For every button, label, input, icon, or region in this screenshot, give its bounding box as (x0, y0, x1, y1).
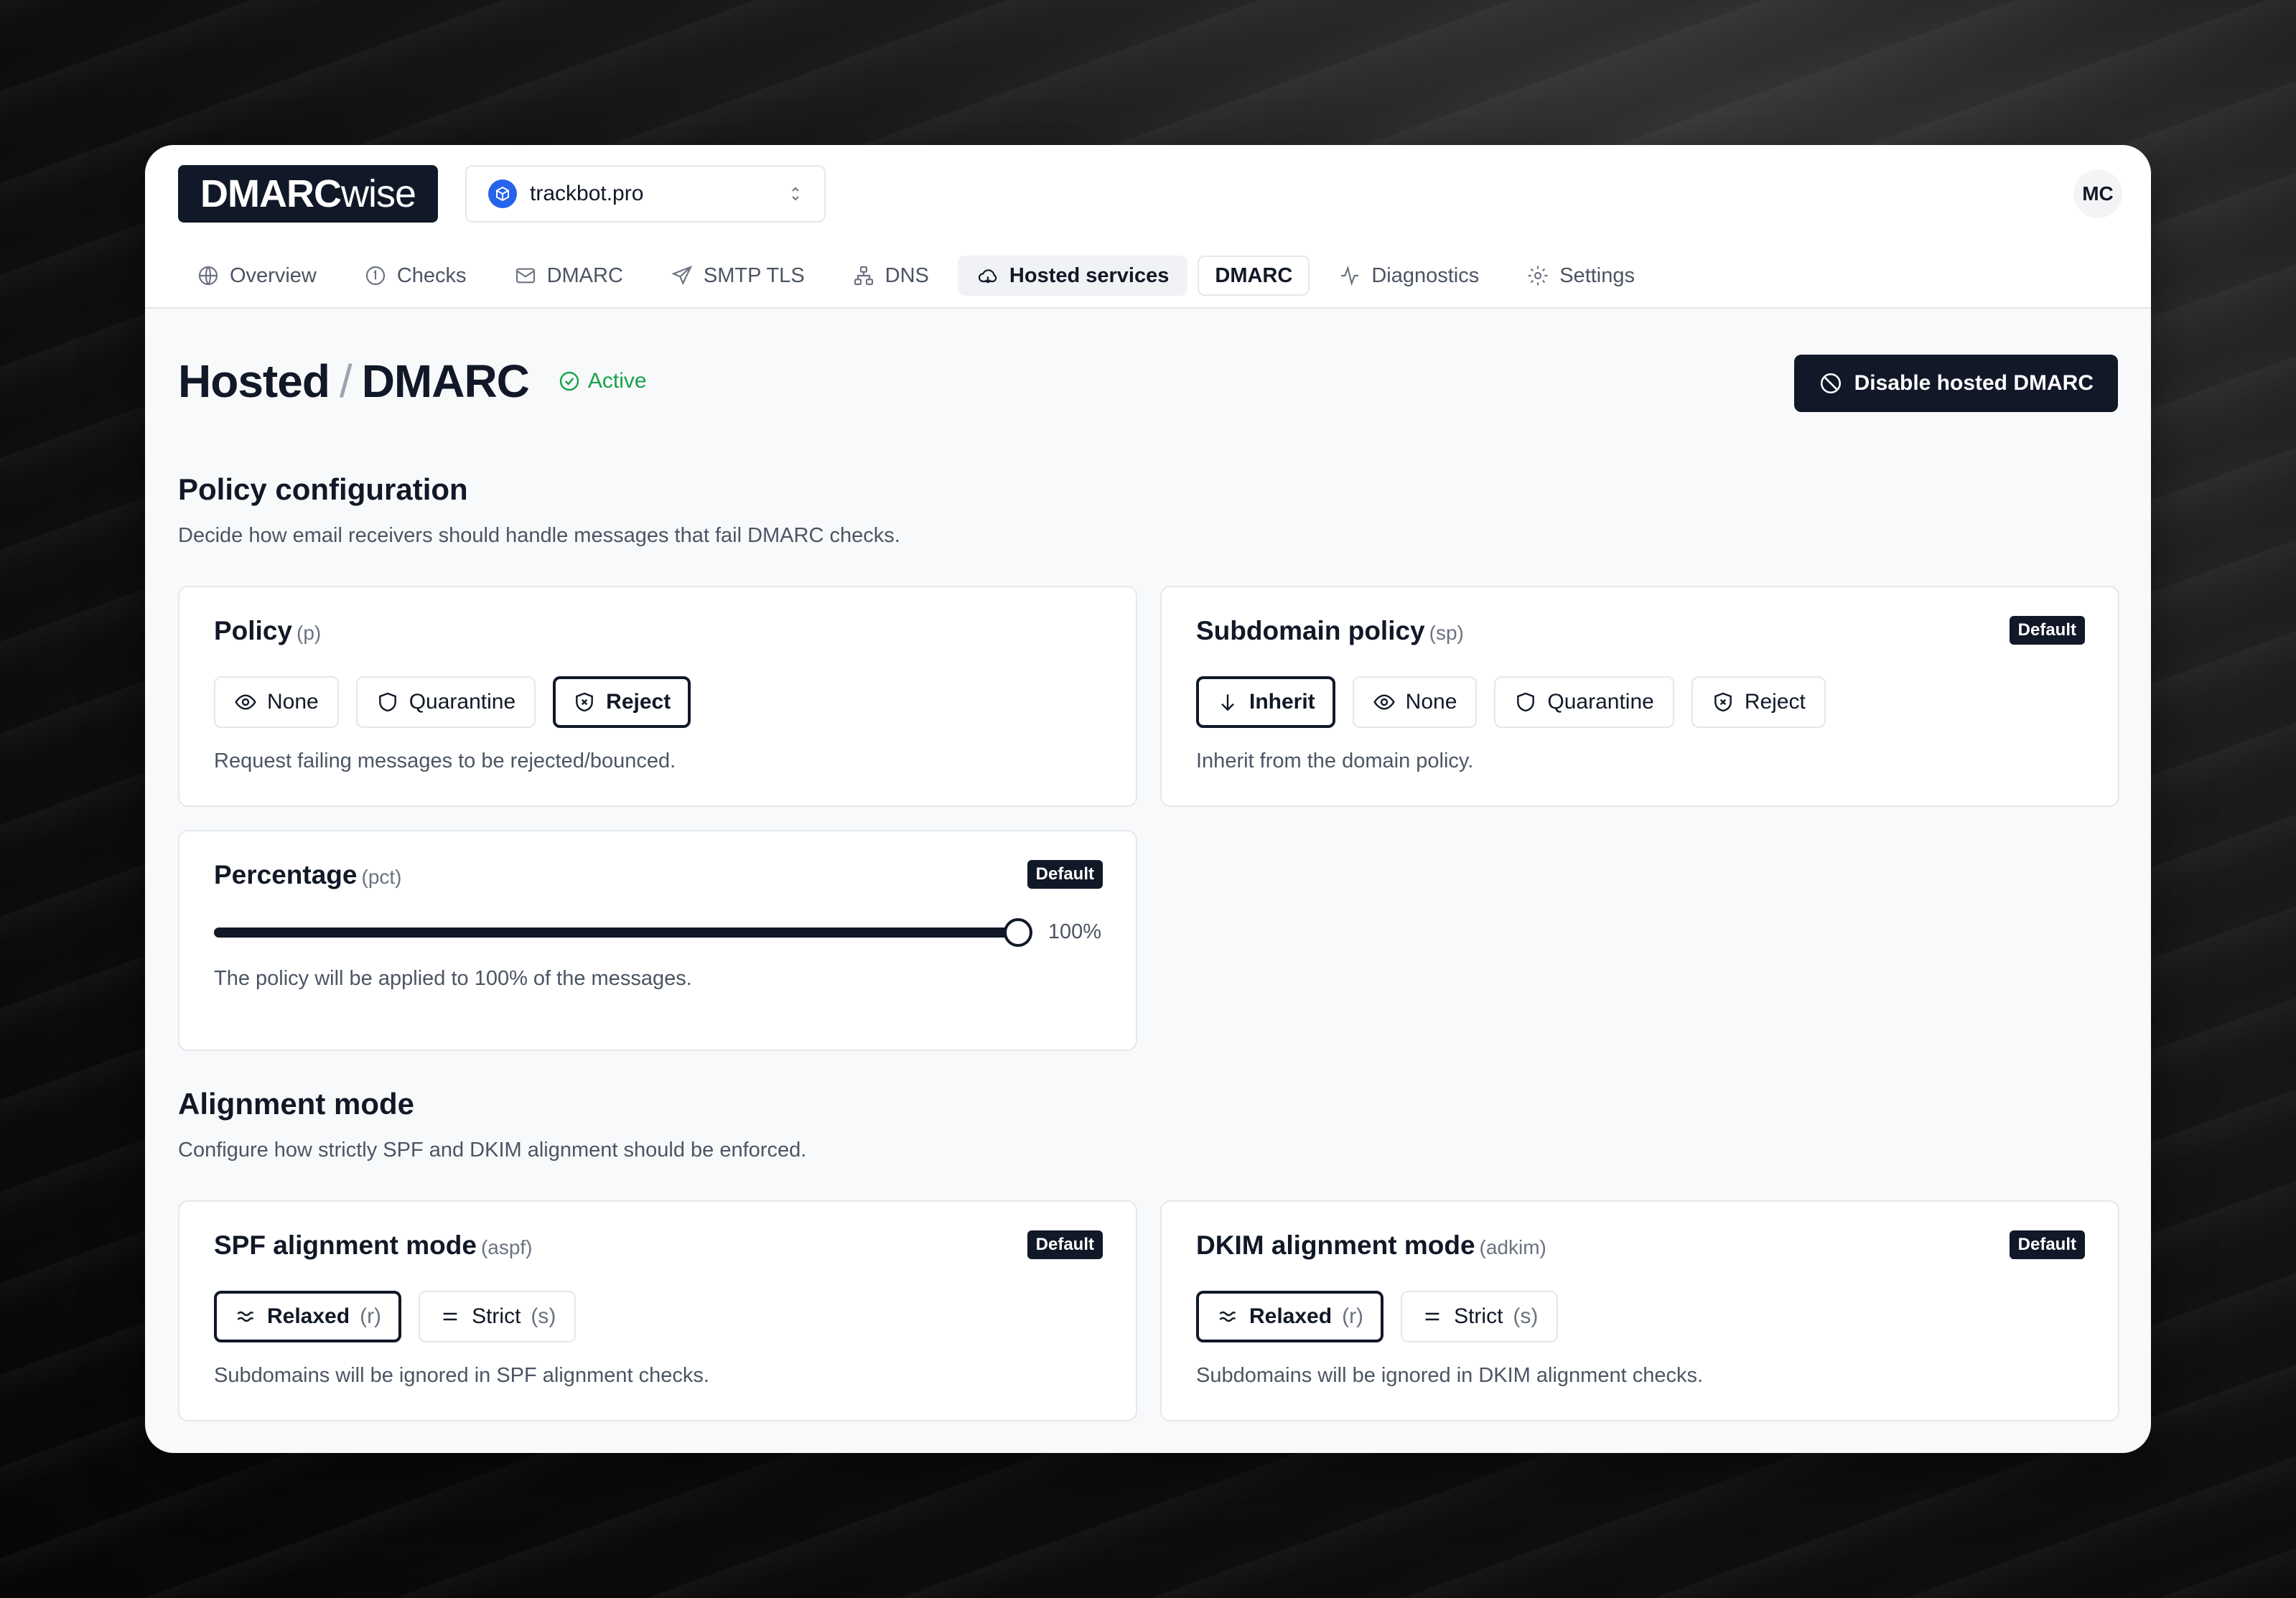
policy-card: Policy (p) None Quarantine Reject Request… (178, 586, 1137, 807)
nav-overview[interactable]: Overview (178, 256, 335, 296)
subdomain-option-inherit[interactable]: Inherit (1196, 676, 1335, 728)
main-content: Hosted / DMARC Active Disable hosted DMARC… (178, 309, 2119, 1453)
spf-option-relaxed[interactable]: Relaxed (r) (214, 1291, 402, 1342)
policy-section-description: Decide how email receivers should handle… (178, 524, 900, 547)
policy-card-title: Policy (p) (214, 616, 322, 645)
page-title: Hosted / DMARC (178, 355, 530, 407)
subdomain-options: Inherit None Quarantine Reject (1196, 676, 2083, 728)
nav-smtp-tls[interactable]: SMTP TLS (652, 256, 823, 296)
alignment-section-title: Alignment mode (178, 1087, 415, 1121)
subdomain-card-description: Inherit from the domain policy. (1196, 749, 1474, 772)
nav-settings[interactable]: Settings (1508, 256, 1653, 296)
approx-icon (1219, 1311, 1236, 1322)
policy-option-reject[interactable]: Reject (553, 676, 691, 728)
user-avatar[interactable]: MC (2073, 169, 2122, 218)
mail-icon (515, 268, 535, 284)
percentage-slider-row: 100% (214, 917, 1101, 947)
default-badge: Default (2009, 616, 2085, 645)
default-badge: Default (1027, 860, 1103, 889)
policy-options: None Quarantine Reject (214, 676, 1101, 728)
spf-card-description: Subdomains will be ignored in SPF alignm… (214, 1364, 709, 1387)
dkim-card-description: Subdomains will be ignored in DKIM align… (1196, 1364, 1704, 1387)
policy-option-none[interactable]: None (214, 676, 339, 728)
globe-icon (198, 266, 218, 286)
chevrons-up-down-icon (792, 187, 799, 201)
app-logo[interactable]: DMARC wise (178, 165, 438, 223)
send-icon (671, 266, 693, 286)
network-icon (854, 266, 873, 286)
shield-icon (378, 692, 396, 712)
subdomain-option-quarantine[interactable]: Quarantine (1494, 676, 1674, 728)
cloud-icon (978, 269, 997, 284)
percentage-value: 100% (1047, 920, 1101, 943)
domain-selector[interactable]: trackbot.pro (465, 165, 826, 223)
arrow-down-icon (1221, 694, 1234, 711)
dkim-option-relaxed[interactable]: Relaxed (r) (1196, 1291, 1384, 1342)
disable-hosted-dmarc-button[interactable]: Disable hosted DMARC (1793, 355, 2118, 412)
spf-options: Relaxed (r) Strict (s) (214, 1291, 1101, 1342)
subdomain-option-reject[interactable]: Reject (1691, 676, 1826, 728)
spf-card-title: SPF alignment mode (aspf) (214, 1230, 533, 1260)
nav-hosted-services[interactable]: Hosted services (957, 256, 1188, 296)
dkim-alignment-card: DKIM alignment mode (adkim) Default Relax… (1160, 1200, 2119, 1421)
nav-dns[interactable]: DNS (834, 256, 948, 296)
default-badge: Default (2009, 1230, 2085, 1259)
page-header: Hosted / DMARC Active (178, 355, 647, 408)
percentage-card-title: Percentage (pct) (214, 860, 402, 889)
subdomain-card-title: Subdomain policy (sp) (1196, 616, 1464, 645)
percentage-slider-thumb[interactable] (1003, 917, 1032, 947)
policy-card-description: Request failing messages to be rejected/… (214, 749, 676, 772)
nav-hosted-dmarc[interactable]: DMARC (1198, 256, 1310, 296)
ban-icon (1820, 373, 1841, 394)
percentage-card-description: The policy will be applied to 100% of th… (214, 967, 692, 990)
eye-icon (1373, 694, 1395, 710)
percentage-slider-fill (214, 927, 1018, 938)
activity-icon (1341, 265, 1359, 286)
policy-section-title: Policy configuration (178, 472, 468, 506)
cube-icon (488, 179, 517, 208)
policy-option-quarantine[interactable]: Quarantine (355, 676, 536, 728)
approx-icon (237, 1311, 253, 1322)
nav-checks[interactable]: Checks (345, 256, 485, 296)
shield-icon (1517, 692, 1535, 712)
nav-diagnostics[interactable]: Diagnostics (1320, 256, 1498, 296)
app-window: DMARC wise trackbot.pro MC Overview Check… (145, 145, 2151, 1453)
alignment-section-description: Configure how strictly SPF and DKIM alig… (178, 1139, 807, 1162)
subdomain-option-none[interactable]: None (1352, 676, 1478, 728)
dkim-option-strict[interactable]: Strict (s) (1401, 1291, 1559, 1342)
circle-1-icon (365, 266, 385, 286)
nav-dmarc[interactable]: DMARC (495, 256, 642, 296)
equals-icon (1425, 1312, 1439, 1321)
percentage-slider[interactable] (214, 917, 1032, 947)
main-nav: Overview Checks DMARC SMTP TLS DNS Hoste… (178, 256, 1653, 296)
shield-x-icon (576, 692, 594, 712)
subdomain-policy-card: Subdomain policy (sp) Default Inherit Non… (1160, 586, 2119, 807)
percentage-card: Percentage (pct) Default 100% The policy … (178, 830, 1137, 1051)
domain-selector-value: trackbot.pro (530, 182, 644, 205)
dkim-card-title: DKIM alignment mode (adkim) (1196, 1230, 1546, 1260)
dkim-options: Relaxed (r) Strict (s) (1196, 1291, 2083, 1342)
check-circle-icon (559, 371, 579, 391)
spf-option-strict[interactable]: Strict (s) (419, 1291, 577, 1342)
gear-icon (1528, 266, 1548, 286)
shield-x-icon (1714, 692, 1732, 712)
spf-alignment-card: SPF alignment mode (aspf) Default Relaxed… (178, 1200, 1137, 1421)
equals-icon (443, 1312, 457, 1321)
status-badge: Active (558, 369, 647, 393)
top-bar: DMARC wise trackbot.pro MC Overview Check… (145, 145, 2151, 309)
eye-icon (235, 694, 256, 710)
default-badge: Default (1027, 1230, 1103, 1259)
